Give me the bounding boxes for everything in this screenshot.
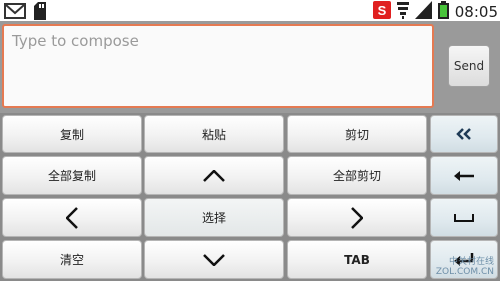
app-notification-icon: S bbox=[372, 1, 391, 23]
copy-all-key[interactable]: 全部复制 bbox=[2, 156, 142, 195]
chevron-left-icon bbox=[66, 206, 78, 229]
watermark: 中关村在线 ZOL.COM.CN bbox=[436, 257, 494, 277]
double-left-chevron-key[interactable] bbox=[430, 115, 498, 153]
signal-icon bbox=[414, 1, 432, 23]
battery-icon bbox=[437, 1, 449, 23]
chevron-right-icon bbox=[351, 206, 363, 229]
space-key[interactable] bbox=[430, 198, 498, 237]
select-key[interactable]: 选择 bbox=[144, 198, 284, 237]
paste-key[interactable]: 粘贴 bbox=[144, 115, 284, 153]
double-left-chevron-icon bbox=[456, 128, 472, 140]
status-bar: S 08:05 bbox=[0, 0, 500, 21]
svg-text:S: S bbox=[377, 3, 386, 18]
left-arrow-key[interactable] bbox=[430, 156, 498, 195]
chevron-down-icon bbox=[203, 253, 225, 266]
edit-keypad: 复制 粘贴 剪切 全部复制 全部剪切 选择 清空 TAB bbox=[0, 113, 500, 281]
send-button[interactable]: Send bbox=[448, 45, 490, 87]
tab-key[interactable]: TAB bbox=[287, 240, 427, 279]
watermark-line2: ZOL.COM.CN bbox=[435, 267, 494, 277]
cut-all-key[interactable]: 全部剪切 bbox=[287, 156, 427, 195]
compose-input[interactable]: Type to compose bbox=[2, 24, 434, 108]
up-arrow-key[interactable] bbox=[144, 156, 284, 195]
chevron-up-icon bbox=[203, 169, 225, 182]
wifi-icon bbox=[396, 1, 409, 23]
clear-key[interactable]: 清空 bbox=[2, 240, 142, 279]
gmail-icon bbox=[4, 3, 26, 23]
copy-key[interactable]: 复制 bbox=[2, 115, 142, 153]
left-arrow-icon bbox=[454, 170, 474, 181]
cut-key[interactable]: 剪切 bbox=[287, 115, 427, 153]
right-key[interactable] bbox=[287, 198, 427, 237]
left-key[interactable] bbox=[2, 198, 142, 237]
space-icon bbox=[454, 213, 474, 222]
down-arrow-key[interactable] bbox=[144, 240, 284, 279]
compose-bar: Type to compose Send bbox=[0, 21, 500, 113]
watermark-line1: 中关村在线 bbox=[448, 257, 494, 267]
clock-time: 08:05 bbox=[454, 2, 498, 21]
